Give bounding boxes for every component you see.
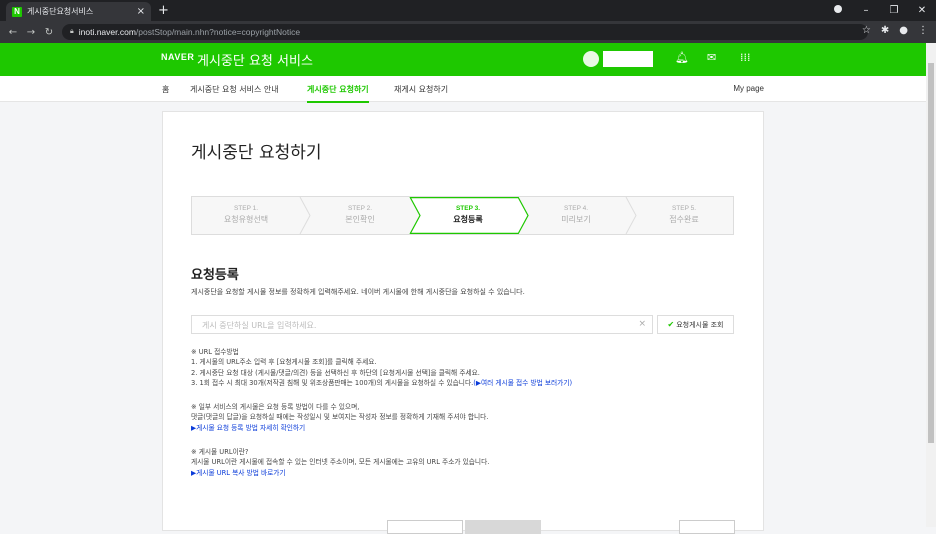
note-title: ※ 게시물 URL이란? <box>191 448 249 456</box>
step-4: STEP 4. 미리보기 <box>561 205 591 224</box>
browser-toolbar: ← → ↻ 🔒︎ inoti.naver.com/postStop/main.n… <box>0 21 936 43</box>
note-line: 게시물 URL이란 게시물에 접속할 수 있는 인터넷 주소이며, 모든 게시물… <box>191 458 490 467</box>
bookmark-star-icon[interactable]: ☆ <box>862 25 871 36</box>
page-scrollbar[interactable] <box>926 43 936 527</box>
content-card: 게시중단 요청하기 STEP 1. 요청유형선택 STEP 2. 본인확인 ST… <box>162 111 764 534</box>
extensions-icon[interactable]: ✱ <box>881 25 889 36</box>
url-guide-notes: ※ URL 접수방법 1. 게시물의 URL주소 입력 후 [요청게시물 조회]… <box>191 347 572 388</box>
step-5: STEP 5. 접수완료 <box>669 205 699 224</box>
naver-favicon-icon: N <box>12 6 22 17</box>
apps-grid-icon[interactable]: ⁞⁞⁞ <box>740 51 751 64</box>
maximize-icon[interactable]: ❐ <box>880 5 908 16</box>
menu-kebab-icon[interactable]: ⋮ <box>918 25 928 36</box>
tab-title: 게시중단요청서비스 <box>27 7 94 16</box>
section-description: 게시중단을 요청할 게시물 정보를 정확하게 입력해주세요. 네이버 게시물에 … <box>191 288 525 296</box>
note-line: 2. 게시중단 요청 대상 (게시물/댓글/의견) 등을 선택하신 후 하단의 … <box>191 368 480 377</box>
check-icon: ✔ <box>667 320 675 329</box>
section-title: 요청등록 <box>191 268 239 283</box>
user-profile[interactable] <box>583 51 653 67</box>
step-1: STEP 1. 요청유형선택 <box>223 205 269 224</box>
reload-icon[interactable]: ↻ <box>40 27 58 38</box>
url-copy-guide-link[interactable]: ▶게시물 URL 복사 방법 바로가기 <box>191 468 489 478</box>
new-tab-button[interactable]: + <box>158 3 169 18</box>
sub-navigation: 홈 게시중단 요청 서비스 안내 게시중단 요청하기 재게시 요청하기 My p… <box>0 76 926 103</box>
window-controls: – ❐ ✕ <box>824 0 936 21</box>
url-input[interactable]: 게시 중단하실 URL을 입력하세요. × <box>191 315 653 334</box>
nav-service-guide[interactable]: 게시중단 요청 서비스 안내 <box>190 84 279 95</box>
register-method-link[interactable]: ▶게시물 요청 등록 방법 자세히 확인하기 <box>191 423 488 433</box>
browser-tab[interactable]: N 게시중단요청서비스 × <box>6 2 151 21</box>
step-3-active: STEP 3. 요청등록 <box>453 205 483 224</box>
bottom-button[interactable] <box>387 520 463 534</box>
account-avatar-icon[interactable]: ● <box>899 25 908 36</box>
multi-post-guide-link[interactable]: (▶여러 게시물 접수 방법 보러가기) <box>473 379 572 387</box>
step-indicator: STEP 1. 요청유형선택 STEP 2. 본인확인 STEP 3. 요청등록… <box>191 196 734 235</box>
profile-icon[interactable] <box>824 5 852 16</box>
lookup-post-button[interactable]: ✔ 요청게시물 조회 <box>657 315 734 334</box>
nav-request-stop[interactable]: 게시중단 요청하기 <box>307 84 369 103</box>
url-definition-notes: ※ 게시물 URL이란? 게시물 URL이란 게시물에 접속할 수 있는 인터넷… <box>191 447 489 478</box>
page-title: 게시중단 요청하기 <box>191 143 322 163</box>
close-window-icon[interactable]: ✕ <box>908 5 936 16</box>
minimize-icon[interactable]: – <box>852 5 880 16</box>
note-title: ※ 일부 서비스의 게시물은 요청 등록 방법이 다를 수 있으며, <box>191 403 360 411</box>
service-title[interactable]: 게시중단 요청 서비스 <box>197 50 313 69</box>
bottom-button[interactable] <box>679 520 735 534</box>
lock-icon: 🔒︎ <box>70 28 74 35</box>
step-2: STEP 2. 본인확인 <box>345 205 375 224</box>
tab-close-icon[interactable]: × <box>137 6 145 17</box>
bell-icon[interactable]: 🔔︎ <box>675 51 689 64</box>
note-line: 1. 게시물의 URL주소 입력 후 [요청게시물 조회]를 클릭해 주세요. <box>191 358 377 367</box>
naver-logo[interactable]: NAVER <box>161 52 194 62</box>
mypage-link[interactable]: My page <box>733 84 764 93</box>
back-icon[interactable]: ← <box>4 27 22 38</box>
bottom-button[interactable] <box>465 520 541 534</box>
user-name-box <box>603 51 653 67</box>
url-input-placeholder: 게시 중단하실 URL을 입력하세요. <box>202 321 317 330</box>
nav-home[interactable]: 홈 <box>162 84 169 95</box>
site-header: NAVER 게시중단 요청 서비스 🔔︎ ✉ ⁞⁞⁞ <box>0 43 926 76</box>
nav-repost-request[interactable]: 재게시 요청하기 <box>394 84 448 95</box>
service-guide-notes: ※ 일부 서비스의 게시물은 요청 등록 방법이 다를 수 있으며, 댓글(댓글… <box>191 402 488 433</box>
address-bar[interactable]: 🔒︎ inoti.naver.com/postStop/main.nhn?not… <box>62 24 868 40</box>
browser-tab-bar: N 게시중단요청서비스 × + – ❐ ✕ <box>0 0 936 21</box>
note-line: 댓글(댓글의 답글)을 요청하실 때에는 작성일시 및 보여지는 작성자 정보를… <box>191 413 489 422</box>
forward-icon[interactable]: → <box>22 27 40 38</box>
scrollbar-thumb[interactable] <box>928 63 934 443</box>
mail-icon[interactable]: ✉ <box>707 51 716 64</box>
note-line: 3. 1회 접수 시 최대 30개(저작권 침해 및 위조상품판매는 100개)… <box>191 378 573 387</box>
note-title: ※ URL 접수방법 <box>191 348 239 356</box>
url-path: /postStop/main.nhn?notice=copyrightNotic… <box>135 27 301 37</box>
avatar <box>583 51 599 67</box>
lookup-button-label: 요청게시물 조회 <box>676 320 724 329</box>
clear-input-icon[interactable]: × <box>638 319 646 329</box>
url-host: inoti.naver.com <box>78 27 136 37</box>
